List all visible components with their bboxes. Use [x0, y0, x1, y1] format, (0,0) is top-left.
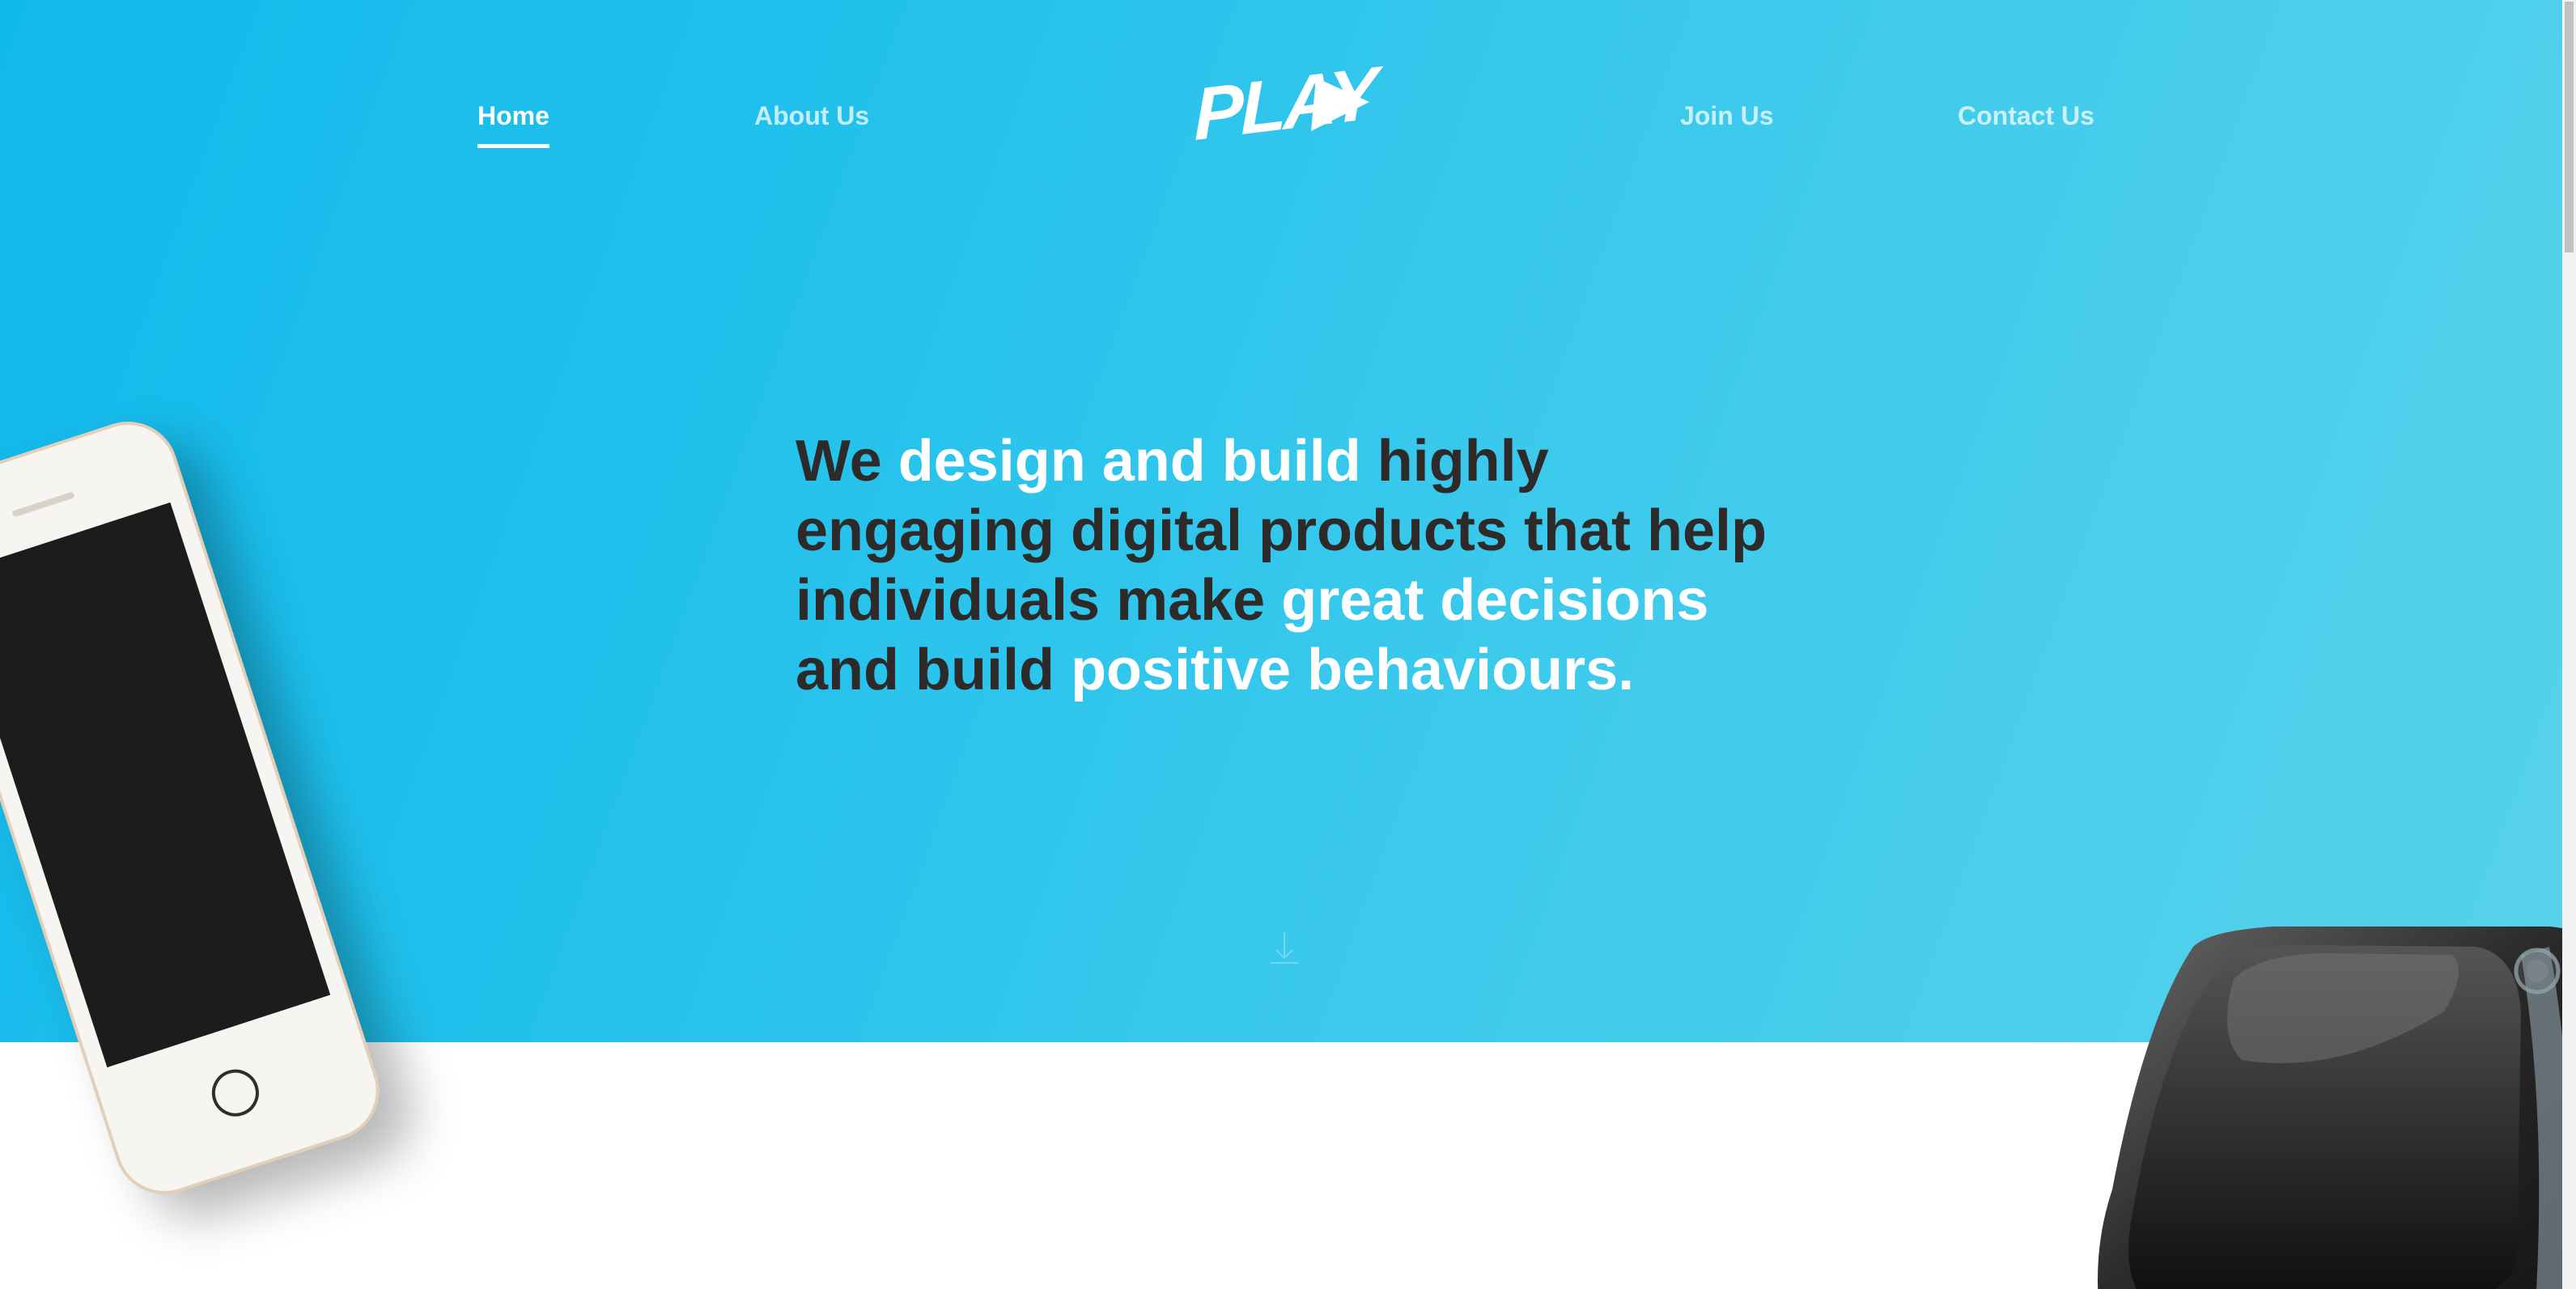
phone-home-button — [206, 1063, 265, 1123]
play-triangle-icon — [1311, 78, 1369, 131]
vr-headset-image — [2098, 926, 2576, 1289]
headline-segment: positive behaviours. — [1070, 638, 1635, 702]
headline-segment: design and build — [898, 429, 1377, 494]
nav-contact-link[interactable]: Contact Us — [1958, 101, 2094, 131]
nav-join-link[interactable]: Join Us — [1680, 101, 1774, 131]
scroll-down-icon[interactable] — [1264, 931, 1305, 971]
phone-speaker — [11, 491, 75, 518]
headline-segment: and build — [796, 638, 1071, 702]
headline-segment: great decisions — [1281, 568, 1709, 633]
hero-headline: We design and build highly engaging digi… — [796, 426, 1767, 705]
scrollbar-track[interactable] — [2562, 0, 2576, 1289]
nav-home-link[interactable]: Home — [477, 101, 550, 131]
page: Home About Us PLAY Join Us Contact Us We… — [0, 0, 2576, 1289]
nav-about-link[interactable]: About Us — [754, 101, 869, 131]
hero-section: Home About Us PLAY Join Us Contact Us We… — [0, 0, 2576, 1042]
headline-segment: We — [796, 429, 898, 494]
scrollbar-thumb[interactable] — [2565, 2, 2574, 252]
play-logo[interactable]: PLAY — [1190, 53, 1376, 160]
nav-active-underline — [477, 144, 550, 148]
